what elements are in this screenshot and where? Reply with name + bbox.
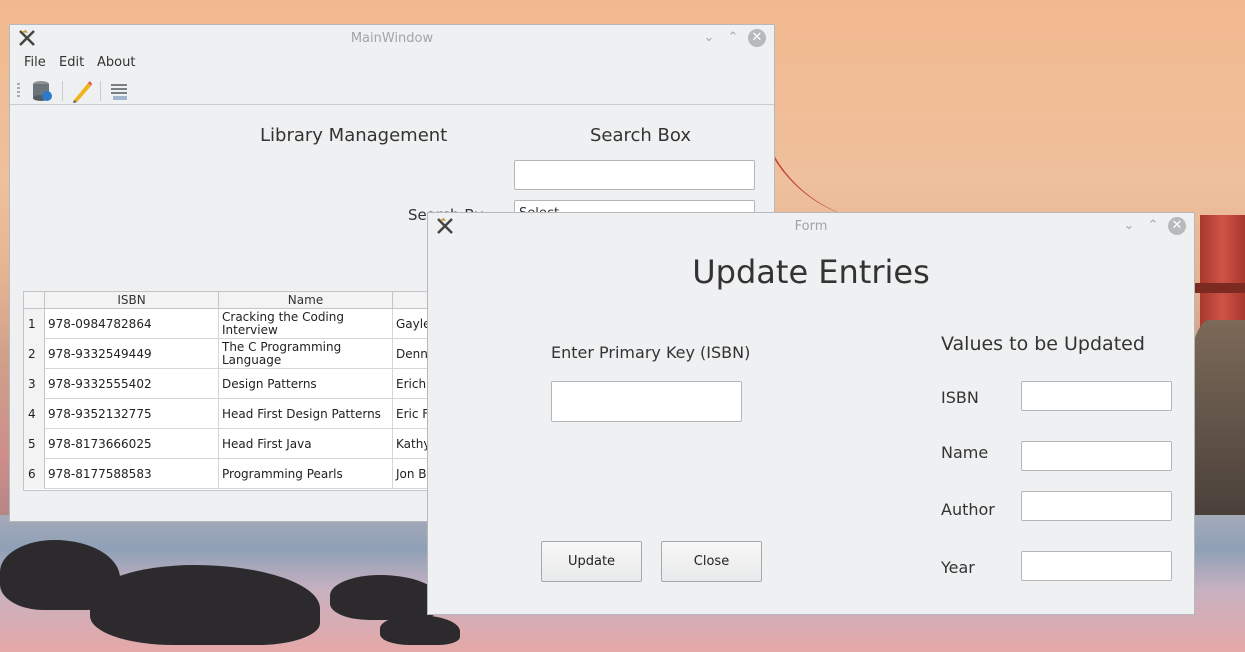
name-cell[interactable]: Cracking the Coding Interview [219,309,393,339]
table-row[interactable]: 2 978-9332549449 The C Programming Langu… [24,339,442,369]
isbn-cell[interactable]: 978-8177588583 [45,459,219,489]
minimize-icon[interactable]: ⌄ [700,29,718,47]
isbn-cell[interactable]: 978-9332549449 [45,339,219,369]
isbn-cell[interactable]: 978-0984782864 [45,309,219,339]
close-icon[interactable]: ✕ [748,29,766,47]
table-row[interactable]: 5 978-8173666025 Head First Java Kathy [24,429,442,459]
row-number: 6 [24,459,45,489]
row-number: 5 [24,429,45,459]
primary-key-label: Enter Primary Key (ISBN) [551,343,751,362]
menu-file[interactable]: File [24,55,46,70]
isbn-cell[interactable]: 978-9332555402 [45,369,219,399]
isbn-field[interactable] [1021,381,1172,411]
database-icon[interactable] [29,78,55,104]
library-title: Library Management [260,125,448,146]
author-field[interactable] [1021,491,1172,521]
window-title: MainWindow [350,31,434,46]
author-label: Author [941,500,995,519]
menubar: File Edit About [10,52,774,74]
table-row[interactable]: 1 978-0984782864 Cracking the Coding Int… [24,309,442,339]
titlebar: Form ⌄ ⌃ ✕ [428,213,1194,239]
year-label: Year [941,558,975,577]
menu-about[interactable]: About [97,55,135,70]
minimize-icon[interactable]: ⌄ [1120,217,1138,235]
row-number: 3 [24,369,45,399]
books-table: ISBN Name 1 978-0984782864 Cracking the … [23,291,443,491]
row-number: 1 [24,309,45,339]
isbn-label: ISBN [941,388,979,407]
toolbar-separator [100,81,101,101]
name-cell[interactable]: Head First Java [219,429,393,459]
search-box-title: Search Box [590,125,692,146]
values-to-update-label: Values to be Updated [941,333,1145,355]
bridge-deck [1190,283,1245,293]
name-field[interactable] [1021,441,1172,471]
toolbar-grip[interactable] [17,83,20,99]
row-number: 2 [24,339,45,369]
maximize-icon[interactable]: ⌃ [724,29,742,47]
name-label: Name [941,443,989,462]
titlebar: MainWindow ⌄ ⌃ ✕ [10,25,774,51]
year-field[interactable] [1021,551,1172,581]
list-icon[interactable] [106,78,132,104]
column-header-name[interactable]: Name [219,292,393,309]
name-cell[interactable]: Head First Design Patterns [219,399,393,429]
isbn-cell[interactable]: 978-8173666025 [45,429,219,459]
form-window: Form ⌄ ⌃ ✕ Update Entries Enter Primary … [427,212,1195,615]
rock [330,575,440,620]
update-button[interactable]: Update [541,541,642,582]
pencil-icon[interactable] [68,78,94,104]
maximize-icon[interactable]: ⌃ [1144,217,1162,235]
form-heading: Update Entries [692,253,930,291]
isbn-cell[interactable]: 978-9352132775 [45,399,219,429]
name-cell[interactable]: The C Programming Language [219,339,393,369]
menu-edit[interactable]: Edit [59,55,84,70]
row-number: 4 [24,399,45,429]
table-row[interactable]: 3 978-9332555402 Design Patterns Erich [24,369,442,399]
table-row[interactable]: 6 978-8177588583 Programming Pearls Jon … [24,459,442,489]
table-row[interactable]: 4 978-9352132775 Head First Design Patte… [24,399,442,429]
close-icon[interactable]: ✕ [1168,217,1186,235]
name-cell[interactable]: Design Patterns [219,369,393,399]
close-button[interactable]: Close [661,541,762,582]
column-header-isbn[interactable]: ISBN [45,292,219,309]
window-title: Form [794,219,828,234]
toolbar-separator [62,81,63,101]
bridge-cable [757,120,875,220]
header-corner [24,292,45,309]
table-header: ISBN Name [24,292,442,309]
name-cell[interactable]: Programming Pearls [219,459,393,489]
search-input[interactable] [514,160,755,190]
toolbar [10,75,774,105]
primary-key-input[interactable] [551,381,742,422]
rock [380,615,460,645]
